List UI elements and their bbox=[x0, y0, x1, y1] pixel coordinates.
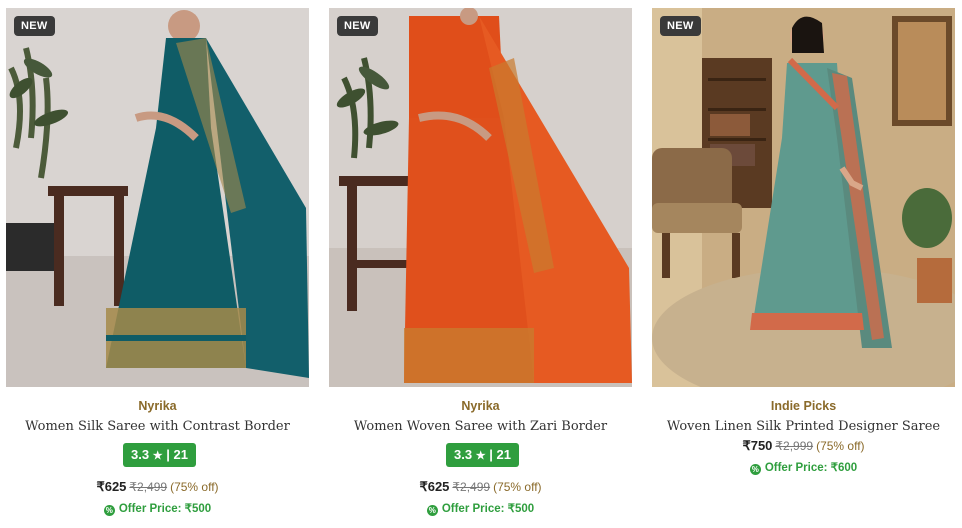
star-icon: ★ bbox=[152, 450, 163, 462]
mrp-price: ₹2,499 bbox=[452, 480, 491, 494]
offer-price: Offer Price: ₹600 bbox=[764, 462, 858, 474]
product-photo bbox=[6, 8, 309, 387]
new-badge: NEW bbox=[14, 16, 55, 36]
rating-badge: 3.3 ★ | 21 bbox=[446, 443, 519, 467]
offer-price-row: % Offer Price: ₹600 bbox=[652, 460, 955, 475]
rating-separator: | bbox=[166, 447, 170, 462]
product-brand[interactable]: Nyrika bbox=[6, 399, 309, 413]
rating-badge: 3.3 ★ | 21 bbox=[123, 443, 196, 467]
product-image[interactable]: NEW bbox=[6, 8, 309, 387]
new-badge: NEW bbox=[337, 16, 378, 36]
offer-price-row: % Offer Price: ₹500 bbox=[6, 501, 309, 516]
rating-value: 3.3 bbox=[131, 447, 150, 462]
offer-price: Offer Price: ₹500 bbox=[441, 503, 535, 515]
product-brand[interactable]: Indie Picks bbox=[652, 399, 955, 413]
price-row: ₹625 ₹2,499 (75% off) bbox=[6, 479, 309, 495]
discount-text: (75% off) bbox=[493, 480, 542, 494]
sale-price: ₹750 bbox=[742, 438, 773, 453]
product-brand[interactable]: Nyrika bbox=[329, 399, 632, 413]
mrp-price: ₹2,999 bbox=[775, 439, 814, 453]
rating-count: 21 bbox=[173, 447, 188, 462]
discount-text: (75% off) bbox=[816, 439, 865, 453]
rating-separator: | bbox=[489, 447, 493, 462]
offer-percent-icon: % bbox=[103, 505, 115, 516]
product-title[interactable]: Women Silk Saree with Contrast Border bbox=[6, 419, 309, 434]
offer-price: Offer Price: ₹500 bbox=[118, 503, 212, 515]
price-row: ₹625 ₹2,499 (75% off) bbox=[329, 479, 632, 495]
sale-price: ₹625 bbox=[96, 479, 127, 494]
sale-price: ₹625 bbox=[419, 479, 450, 494]
offer-price-row: % Offer Price: ₹500 bbox=[329, 501, 632, 516]
product-title[interactable]: Woven Linen Silk Printed Designer Saree bbox=[652, 419, 955, 434]
product-title[interactable]: Women Woven Saree with Zari Border bbox=[329, 419, 632, 434]
discount-text: (75% off) bbox=[170, 480, 219, 494]
offer-percent-icon: % bbox=[426, 505, 438, 516]
mrp-price: ₹2,499 bbox=[129, 480, 168, 494]
star-icon: ★ bbox=[475, 450, 486, 462]
product-photo bbox=[329, 8, 632, 387]
product-image[interactable]: NEW bbox=[329, 8, 632, 387]
rating-count: 21 bbox=[496, 447, 511, 462]
new-badge: NEW bbox=[660, 16, 701, 36]
offer-percent-icon: % bbox=[749, 464, 761, 475]
product-photo bbox=[652, 8, 955, 387]
product-image[interactable]: NEW bbox=[652, 8, 955, 387]
rating-value: 3.3 bbox=[454, 447, 473, 462]
price-row: ₹750 ₹2,999 (75% off) bbox=[652, 438, 955, 454]
